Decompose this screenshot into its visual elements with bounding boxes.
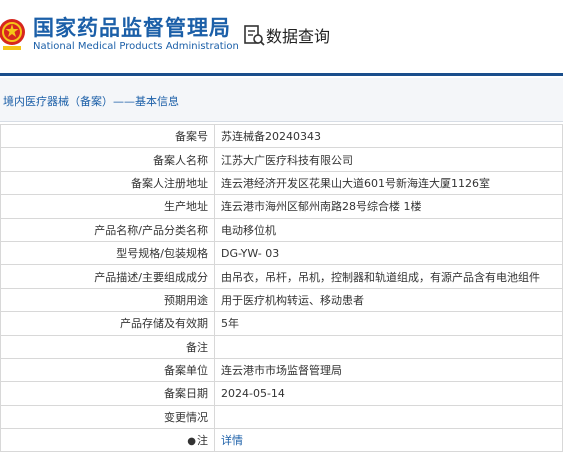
field-label: 型号规格/包装规格 (0, 240, 215, 266)
pin-icon: ● (187, 436, 196, 448)
field-value (214, 334, 563, 359)
header-divider (0, 73, 563, 76)
field-value: 连云港市海州区郁州南路28号综合楼 1楼 (214, 194, 563, 219)
field-label-text: 预期用途 (164, 293, 208, 307)
table-row: 备案单位 连云港市市场监督管理局 (0, 357, 563, 383)
field-label: 备案人注册地址 (0, 170, 215, 196)
field-label-text: 备案人名称 (153, 153, 208, 167)
agency-name-en: National Medical Products Administration (33, 41, 239, 52)
field-value: DG-YW- 03 (214, 240, 563, 266)
field-label-text: 备案日期 (164, 387, 208, 401)
table-row: 型号规格/包装规格 DG-YW- 03 (0, 240, 563, 266)
table-row: 变更情况 (0, 404, 563, 430)
field-label-text: 产品描述/主要组成成分 (94, 270, 208, 284)
field-value: 5年 (214, 311, 563, 336)
field-label-text: 产品存储及有效期 (120, 317, 208, 331)
table-row: 备案日期 2024-05-14 (0, 381, 563, 406)
breadcrumb: 境内医疗器械（备案）——基本信息 (0, 78, 563, 122)
table-row: 备注 (0, 334, 563, 359)
field-label: 备案号 (0, 123, 215, 149)
field-label: 备案日期 (0, 381, 215, 406)
table-row: 备案人名称 江苏大广医疗科技有限公司 (0, 147, 563, 172)
field-label-text: 注 (197, 434, 208, 448)
agency-name-cn: 国家药品监督管理局 (33, 16, 231, 40)
field-label: 产品名称/产品分类名称 (0, 217, 215, 242)
field-label-text: 备案单位 (164, 364, 208, 378)
field-label-text: 备案人注册地址 (131, 176, 208, 190)
breadcrumb-text: 境内医疗器械（备案）——基本信息 (3, 95, 179, 108)
table-row: ●注 详情 (0, 428, 563, 453)
field-label-text: 备注 (186, 340, 208, 354)
national-emblem-icon (0, 19, 25, 50)
field-label-text: 变更情况 (164, 410, 208, 424)
record-info-table: 备案号 苏连械备20240343 备案人名称 江苏大广医疗科技有限公司 备案人注册地址连… (0, 123, 563, 453)
table-row: 备案号 苏连械备20240343 (0, 123, 563, 149)
field-label: 变更情况 (0, 404, 215, 430)
field-label: 产品存储及有效期 (0, 311, 215, 336)
field-value: 由吊衣，吊杆，吊机，控制器和轨道组成，有源产品含有电池组件 (214, 264, 563, 289)
field-value: 苏连械备20240343 (214, 123, 563, 149)
field-label: 备案人名称 (0, 147, 215, 172)
field-value: 江苏大广医疗科技有限公司 (214, 147, 563, 172)
table-row: 备案人注册地址 连云港经济开发区花果山大道601号新海连大厦1126室 (0, 170, 563, 196)
field-label-text: 备案号 (175, 130, 208, 144)
table-row: 产品描述/主要组成成分 由吊衣，吊杆，吊机，控制器和轨道组成，有源产品含有电池组件 (0, 264, 563, 289)
table-row: 生产地址 连云港市海州区郁州南路28号综合楼 1楼 (0, 194, 563, 219)
field-label: 生产地址 (0, 194, 215, 219)
field-label: 备案单位 (0, 357, 215, 383)
table-row: 产品名称/产品分类名称 电动移位机 (0, 217, 563, 242)
field-value: 连云港经济开发区花果山大道601号新海连大厦1126室 (214, 170, 563, 196)
field-label: 产品描述/主要组成成分 (0, 264, 215, 289)
field-label-text: 生产地址 (164, 200, 208, 214)
table-row: 预期用途 用于医疗机构转运、移动患者 (0, 287, 563, 313)
field-label-text: 产品名称/产品分类名称 (94, 223, 208, 237)
field-value (214, 404, 563, 430)
field-value: 电动移位机 (214, 217, 563, 242)
table-row: 产品存储及有效期 5年 (0, 311, 563, 336)
data-query-icon[interactable] (243, 24, 265, 46)
field-value: 用于医疗机构转运、移动患者 (214, 287, 563, 313)
field-label: 预期用途 (0, 287, 215, 313)
data-query-link[interactable]: 数据查询 (266, 23, 330, 47)
field-label-text: 型号规格/包装规格 (116, 247, 208, 261)
field-value: 2024-05-14 (214, 381, 563, 406)
site-header: 国家药品监督管理局 National Medical Products Admi… (0, 0, 563, 70)
details-link[interactable]: 详情 (214, 428, 563, 453)
field-label: ●注 (0, 428, 215, 453)
field-label: 备注 (0, 334, 215, 359)
field-value: 连云港市市场监督管理局 (214, 357, 563, 383)
